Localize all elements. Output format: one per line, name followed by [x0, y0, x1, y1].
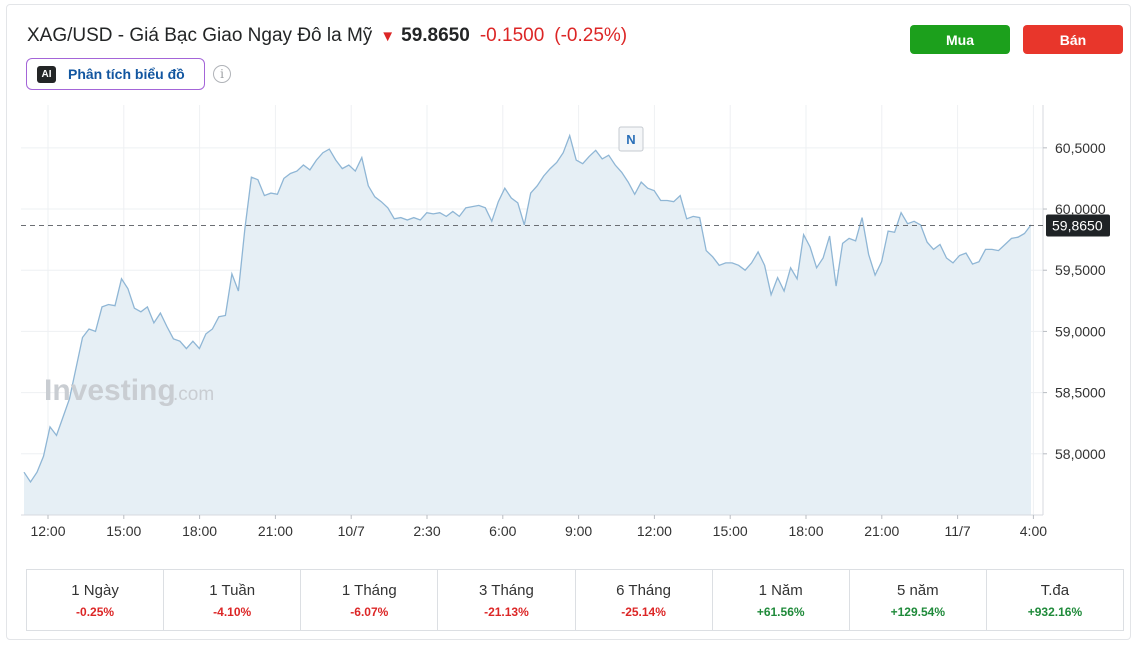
- performance-period: 1 Tuần: [209, 581, 256, 599]
- current-price-label: 59,8650: [1052, 218, 1103, 234]
- performance-value: +129.54%: [890, 604, 945, 619]
- sell-button[interactable]: Bán: [1023, 25, 1123, 54]
- info-icon[interactable]: i: [213, 65, 231, 83]
- news-marker-label: N: [626, 132, 635, 147]
- y-tick-label: 59,0000: [1055, 323, 1106, 339]
- performance-period: 1 Ngày: [71, 581, 119, 599]
- x-tick-label: 10/7: [338, 523, 365, 539]
- ai-chart-analysis-button[interactable]: AI Phân tích biểu đồ: [26, 58, 205, 90]
- header: XAG/USD - Giá Bạc Giao Ngay Đô la Mỹ ▼ 5…: [27, 25, 627, 47]
- arrow-down-icon: ▼: [380, 27, 396, 45]
- price-change: -0.1500: [479, 25, 545, 46]
- performance-period: 1 Tháng: [341, 581, 397, 599]
- performance-period: 6 Tháng: [616, 581, 671, 599]
- price-chart[interactable]: Investing.com 58,0000 58,5000 59,0000 59,500…: [7, 95, 1127, 555]
- x-tick-label: 12:00: [637, 523, 672, 539]
- performance-period: 3 Tháng: [479, 581, 534, 599]
- x-tick-label: 11/7: [944, 523, 970, 539]
- x-tick-label: 12:00: [30, 523, 65, 539]
- performance-cell[interactable]: 1 Tuần -4.10%: [164, 570, 302, 630]
- performance-bar: 1 Ngày -0.25% 1 Tuần -4.10% 1 Tháng -6.07% 3 T…: [26, 569, 1124, 631]
- x-tick-label: 15:00: [713, 523, 748, 539]
- x-tick-label: 18:00: [788, 523, 823, 539]
- x-tick-label: 15:00: [106, 523, 141, 539]
- instrument-title: XAG/USD - Giá Bạc Giao Ngay Đô la Mỹ: [27, 25, 373, 46]
- performance-value: -6.07%: [350, 604, 389, 619]
- x-tick-label: 4:00: [1020, 523, 1047, 539]
- x-tick-label: 2:30: [413, 523, 440, 539]
- performance-value: +61.56%: [756, 604, 805, 619]
- performance-period: 1 Năm: [758, 581, 803, 599]
- performance-cell[interactable]: 3 Tháng -21.13%: [438, 570, 576, 630]
- performance-cell[interactable]: 1 Năm +61.56%: [713, 570, 850, 630]
- x-tick-label: 21:00: [864, 523, 899, 539]
- price-area-fill: [24, 135, 1031, 515]
- performance-value: +932.16%: [1027, 604, 1083, 619]
- x-tick-label: 18:00: [182, 523, 217, 539]
- ai-icon: AI: [37, 65, 56, 83]
- x-tick-label: 21:00: [258, 523, 293, 539]
- chart-card: XAG/USD - Giá Bạc Giao Ngay Đô la Mỹ ▼ 5…: [6, 4, 1131, 640]
- performance-cell[interactable]: T.đa +932.16%: [987, 570, 1123, 630]
- y-tick-label: 58,0000: [1055, 446, 1106, 462]
- buy-button[interactable]: Mua: [910, 25, 1010, 54]
- performance-cell[interactable]: 1 Ngày -0.25%: [27, 570, 165, 630]
- y-tick-label: 58,5000: [1055, 385, 1106, 401]
- performance-cell[interactable]: 1 Tháng -6.07%: [301, 570, 439, 630]
- performance-period: 5 năm: [896, 581, 939, 599]
- performance-cell[interactable]: 5 năm +129.54%: [850, 570, 987, 630]
- performance-value: -25.14%: [621, 604, 666, 619]
- y-tick-label: 59,5000: [1055, 262, 1106, 278]
- performance-cell[interactable]: 6 Tháng -25.14%: [576, 570, 713, 630]
- x-tick-label: 9:00: [565, 523, 592, 539]
- x-tick-label: 6:00: [489, 523, 516, 539]
- ai-button-label: Phân tích biểu đồ: [68, 66, 185, 82]
- y-tick-label: 60,5000: [1055, 140, 1106, 156]
- performance-value: -4.10%: [213, 604, 252, 619]
- price-change-percent: (-0.25%): [554, 25, 628, 46]
- performance-value: -21.13%: [484, 604, 529, 619]
- performance-period: T.đa: [1040, 581, 1070, 599]
- last-price: 59.8650: [401, 25, 470, 46]
- watermark-suffix: .com: [173, 384, 214, 405]
- performance-value: -0.25%: [76, 604, 115, 619]
- watermark-logo: Investing: [44, 374, 176, 407]
